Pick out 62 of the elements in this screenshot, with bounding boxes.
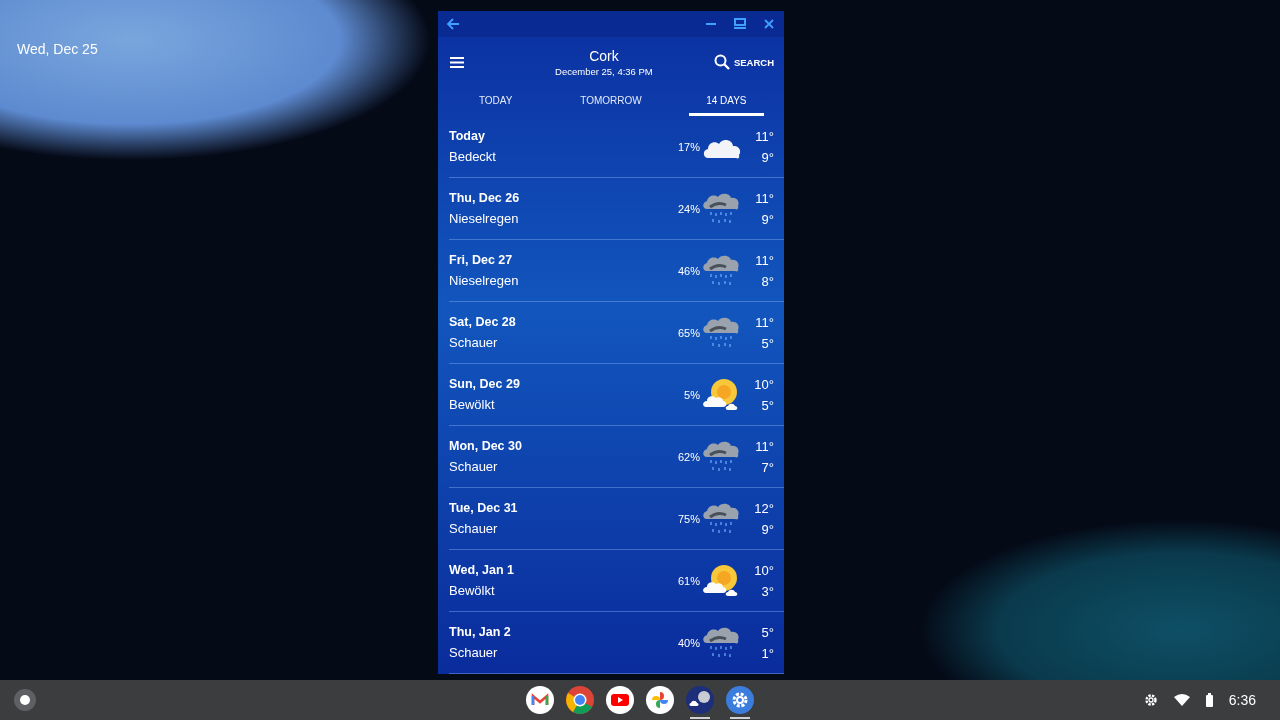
- forecast-row[interactable]: Thu, Jan 2 Schauer 40% 5° 1°: [449, 612, 784, 674]
- day-label: Thu, Dec 26: [449, 191, 521, 205]
- condition-label: Nieselregen: [449, 211, 520, 226]
- high-temperature: 10°: [754, 562, 774, 578]
- condition-label: Bewölkt: [449, 397, 496, 412]
- low-temperature: 9°: [761, 149, 774, 165]
- tab[interactable]: 14 DAYS: [688, 79, 764, 116]
- forecast-row[interactable]: Sat, Dec 28 Schauer 65% 11° 5°: [449, 302, 784, 364]
- precipitation-chance: 61%: [676, 574, 700, 587]
- low-temperature: 8°: [761, 273, 774, 289]
- day-label: Sun, Dec 29: [449, 377, 521, 391]
- high-temperature: 11°: [755, 190, 774, 206]
- precipitation-chance: 24%: [676, 202, 700, 215]
- high-temperature: 11°: [755, 314, 774, 330]
- tab[interactable]: TOMORROW: [573, 79, 649, 116]
- forecast-row[interactable]: Mon, Dec 30 Schauer 62% 11° 7°: [449, 426, 784, 488]
- day-label: Today: [449, 129, 486, 143]
- forecast-row[interactable]: Sun, Dec 29 Bewölkt 5% 10° 5°: [449, 364, 784, 426]
- low-temperature: 7°: [761, 459, 774, 475]
- condition-label: Bedeckt: [449, 149, 497, 164]
- day-label: Tue, Dec 31: [449, 501, 519, 515]
- precipitation-chance: 65%: [676, 326, 700, 339]
- precipitation-chance: 62%: [676, 450, 700, 463]
- precipitation-chance: 5%: [683, 388, 700, 401]
- forecast-row[interactable]: Thu, Dec 26 Nieselregen 24% 11° 9°: [449, 178, 784, 240]
- precipitation-chance: 75%: [676, 512, 700, 525]
- forecast-row[interactable]: Fri, Dec 27 Nieselregen 46% 11° 8°: [449, 240, 784, 302]
- date-time: December 25, 4:36 PM: [555, 65, 653, 77]
- high-temperature: 11°: [755, 438, 774, 454]
- condition-label: Bewölkt: [449, 583, 496, 598]
- condition-label: Schauer: [449, 335, 499, 350]
- day-label: Sat, Dec 28: [449, 315, 517, 329]
- low-temperature: 5°: [761, 397, 774, 413]
- city-name: Cork: [589, 47, 619, 64]
- day-label: Fri, Dec 27: [449, 253, 514, 267]
- condition-label: Schauer: [449, 521, 499, 536]
- high-temperature: 11°: [755, 128, 774, 144]
- day-label: Wed, Jan 1: [449, 563, 516, 577]
- forecast-row[interactable]: Today Bedeckt 17% 11° 9°: [449, 116, 784, 178]
- condition-label: Schauer: [449, 645, 499, 660]
- high-temperature: 5°: [761, 624, 774, 640]
- condition-label: Nieselregen: [449, 273, 520, 288]
- forecast-row[interactable]: Wed, Jan 1 Bewölkt 61% 10° 3°: [449, 550, 784, 612]
- desktop-date: Wed, Dec 25: [17, 41, 98, 57]
- search-button[interactable]: SEARCH: [713, 54, 774, 71]
- precipitation-chance: 40%: [676, 636, 700, 649]
- day-label: Thu, Jan 2: [449, 625, 512, 639]
- precipitation-chance: 17%: [676, 140, 700, 153]
- high-temperature: 10°: [754, 376, 774, 392]
- tab[interactable]: TODAY: [458, 79, 534, 116]
- high-temperature: 11°: [755, 252, 774, 268]
- low-temperature: 3°: [761, 583, 774, 599]
- clock-time[interactable]: 6:36: [1228, 692, 1256, 708]
- condition-label: Schauer: [449, 459, 499, 474]
- forecast-row[interactable]: Tue, Dec 31 Schauer 75% 12° 9°: [449, 488, 784, 550]
- high-temperature: 12°: [754, 500, 774, 516]
- day-label: Mon, Dec 30: [449, 439, 523, 453]
- low-temperature: 5°: [761, 335, 774, 351]
- precipitation-chance: 46%: [676, 264, 700, 277]
- low-temperature: 9°: [761, 211, 774, 227]
- low-temperature: 1°: [761, 645, 774, 661]
- low-temperature: 9°: [761, 521, 774, 537]
